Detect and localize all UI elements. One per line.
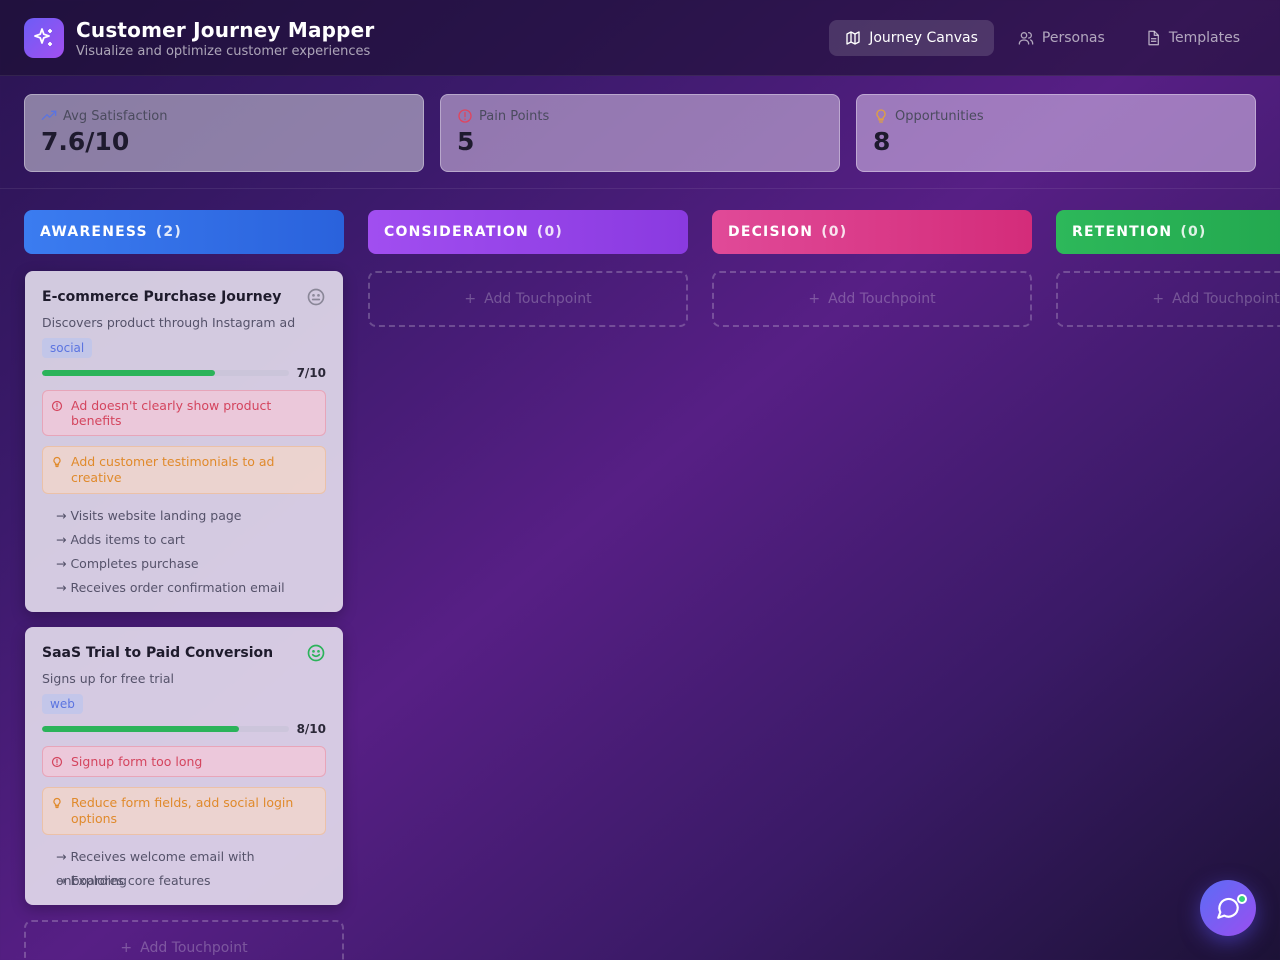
nav-templates[interactable]: Templates [1129,20,1256,56]
stat-value: 8 [873,127,891,156]
stat-label: Opportunities [895,108,984,124]
alert-circle-icon [51,756,63,768]
opportunity: Add customer testimonials to ad creative [42,446,326,494]
lightbulb-icon [876,109,886,123]
pain-point-text: Signup form too long [71,754,203,769]
stage-column-consideration: CONSIDERATION (0) + Add Touchpoint [368,210,688,327]
stat-label: Pain Points [479,108,550,124]
pain-point: Ad doesn't clearly show product benefits [42,390,326,436]
stage-count: (0) [821,224,848,240]
app-subtitle: Visualize and optimize customer experien… [76,44,371,59]
app-title: Customer Journey Mapper [76,18,375,42]
stage-count: (0) [536,224,564,240]
add-touchpoint-button[interactable]: + Add Touchpoint [1056,271,1280,327]
channel-tag: social [42,338,93,358]
smiley-face-icon[interactable] [306,643,326,663]
satisfaction-score: 8/10 [42,722,326,736]
online-indicator [1237,894,1247,904]
stat-pain-points: Pain Points 5 [440,94,840,172]
touchpoint-card[interactable]: E-commerce Purchase Journey Discovers pr… [25,271,343,612]
satisfaction-bar-fill [42,726,240,732]
stat-label: Avg Satisfaction [63,108,168,124]
card-description: Signs up for free trial [42,671,175,686]
trending-up-icon [41,110,57,120]
stats-bar: Avg Satisfaction 7.6/10 Pain Points 5 Op… [0,77,1280,189]
touchpoint-card[interactable]: SaaS Trial to Paid Conversion Signs up f… [25,627,343,905]
chat-button[interactable] [1200,880,1256,936]
plus-icon: + [120,940,133,956]
top-bar: Customer Journey Mapper Visualize and op… [0,0,1280,76]
stage-name: RETENTION [1072,224,1173,240]
satisfaction-bar [42,726,289,732]
nav-personas[interactable]: Personas [1002,20,1121,56]
stage-column-decision: DECISION (0) + Add Touchpoint [712,210,1032,327]
plus-icon: + [464,291,477,307]
score-label: 8/10 [296,722,326,736]
alert-circle-icon [458,109,472,123]
stat-opportunities: Opportunities 8 [856,94,1256,172]
add-touchpoint-button[interactable]: + Add Touchpoint [368,271,688,327]
stage-column-awareness: AWARENESS (2) E-commerce Purchase Journe… [24,210,344,960]
add-touchpoint-label: Add Touchpoint [828,291,936,307]
add-touchpoint-button[interactable]: + Add Touchpoint [24,920,344,960]
stat-value: 5 [457,127,475,156]
card-title: E-commerce Purchase Journey [42,289,282,305]
journey-step: → Explores core features [56,873,211,888]
stage-header-awareness[interactable]: AWARENESS (2) [24,210,344,254]
add-touchpoint-label: Add Touchpoint [140,940,248,956]
stage-name: AWARENESS [40,224,148,240]
stat-label-row: Avg Satisfaction [41,108,168,124]
satisfaction-bar-fill [42,370,215,376]
neutral-face-icon[interactable] [306,287,326,307]
app-logo [24,18,64,58]
stat-label-row: Opportunities [873,108,984,124]
opportunity-text: Add customer testimonials to ad creative [71,454,275,485]
channel-tag: web [42,694,83,714]
score-label: 7/10 [296,366,326,380]
satisfaction-score: 7/10 [42,366,326,380]
stat-value: 7.6/10 [41,127,130,156]
main-nav: Journey Canvas Personas Templates [829,20,1256,56]
stage-column-retention: RETENTION (0) + Add Touchpoint [1056,210,1280,327]
journey-step: → Receives welcome email with onboarding [56,849,255,888]
journey-step: → Adds items to cart [56,532,185,547]
map-icon [846,31,860,45]
lightbulb-icon [53,797,61,809]
stat-avg-satisfaction: Avg Satisfaction 7.6/10 [24,94,424,172]
stage-header-consideration[interactable]: CONSIDERATION (0) [368,210,688,254]
journey-step: → Receives order confirmation email [56,580,285,595]
stat-label-row: Pain Points [457,108,549,124]
card-title: SaaS Trial to Paid Conversion [42,645,274,661]
opportunity-text: Reduce form fields, add social login opt… [71,795,294,826]
satisfaction-bar [42,370,289,376]
nav-label: Templates [1168,30,1240,46]
nav-label: Personas [1041,30,1105,46]
add-touchpoint-button[interactable]: + Add Touchpoint [712,271,1032,327]
stage-count: (2) [155,224,182,240]
stage-name: CONSIDERATION [384,224,529,240]
card-description: Discovers product through Instagram ad [42,315,296,330]
journey-step: → Completes purchase [56,556,199,571]
add-touchpoint-label: Add Touchpoint [484,291,592,307]
lightbulb-icon [53,456,61,468]
document-icon [1148,30,1159,46]
add-touchpoint-label: Add Touchpoint [1172,291,1280,307]
opportunity: Reduce form fields, add social login opt… [42,787,326,835]
journey-steps: → Receives welcome email with onboarding… [42,845,326,893]
stage-header-retention[interactable]: RETENTION (0) [1056,210,1280,254]
journey-steps: → Visits website landing page → Adds ite… [42,504,326,600]
sparkles-icon [34,28,52,46]
journey-step: → Visits website landing page [56,508,242,523]
plus-icon: + [808,291,821,307]
pain-point: Signup form too long [42,746,326,777]
stage-header-decision[interactable]: DECISION (0) [712,210,1032,254]
nav-journey-canvas[interactable]: Journey Canvas [829,20,994,56]
pain-point-text: Ad doesn't clearly show product benefits [71,398,272,428]
alert-circle-icon [51,400,63,412]
stage-count: (0) [1180,224,1207,240]
stage-name: DECISION [728,224,814,240]
plus-icon: + [1152,291,1165,307]
users-icon [1018,31,1034,45]
nav-label: Journey Canvas [869,30,978,46]
